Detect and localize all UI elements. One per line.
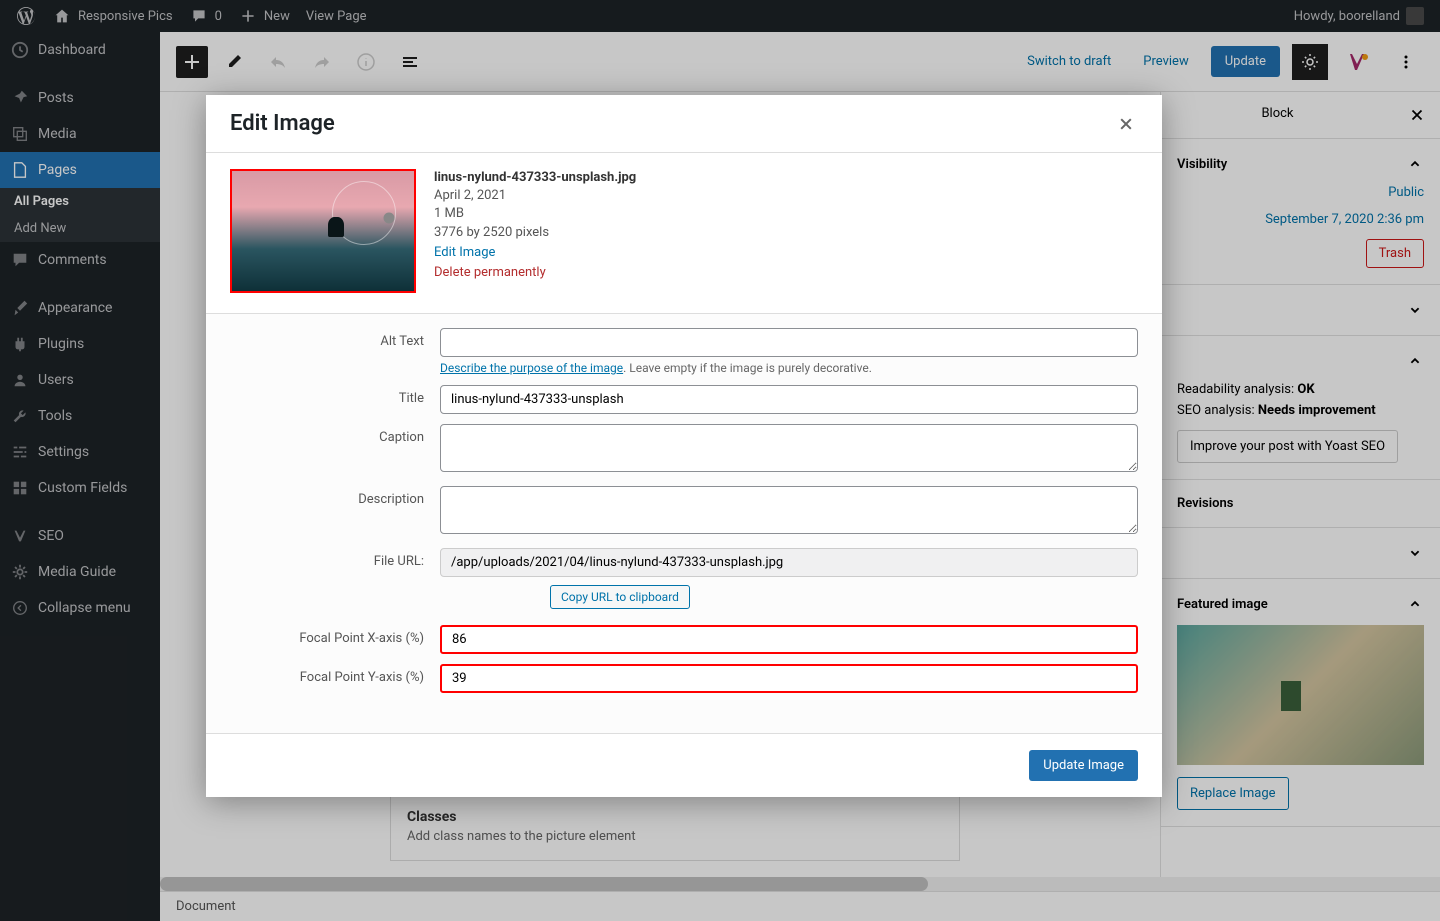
- focal-point-x-input[interactable]: [440, 625, 1138, 654]
- alt-text-input[interactable]: [440, 328, 1138, 357]
- focal-point-x-label: Focal Point X-axis (%): [230, 625, 440, 646]
- media-filename: linus-nylund-437333-unsplash.jpg: [434, 169, 636, 187]
- update-image-button[interactable]: Update Image: [1029, 750, 1138, 781]
- media-filesize: 1 MB: [434, 205, 636, 223]
- image-thumbnail[interactable]: [230, 169, 416, 293]
- file-url-label: File URL:: [230, 548, 440, 569]
- close-button[interactable]: [1114, 112, 1138, 136]
- caption-input[interactable]: [440, 424, 1138, 472]
- caption-label: Caption: [230, 424, 440, 445]
- edit-image-modal: Edit Image linus-nylund-437333-unsplash.…: [206, 95, 1162, 797]
- title-input[interactable]: [440, 385, 1138, 414]
- close-icon: [1118, 116, 1134, 132]
- focal-point-y-input[interactable]: [440, 664, 1138, 693]
- file-url-input[interactable]: [440, 548, 1138, 577]
- alt-help-text: . Leave empty if the image is purely dec…: [623, 361, 872, 375]
- media-date: April 2, 2021: [434, 187, 636, 205]
- modal-title: Edit Image: [230, 111, 335, 136]
- delete-permanently-link[interactable]: Delete permanently: [434, 264, 636, 282]
- alt-help-link[interactable]: Describe the purpose of the image: [440, 361, 623, 375]
- focal-point-y-label: Focal Point Y-axis (%): [230, 664, 440, 685]
- alt-text-label: Alt Text: [230, 328, 440, 349]
- media-dimensions: 3776 by 2520 pixels: [434, 224, 636, 242]
- copy-url-button[interactable]: Copy URL to clipboard: [550, 585, 690, 609]
- description-input[interactable]: [440, 486, 1138, 534]
- focal-point-marker[interactable]: [383, 212, 394, 223]
- title-label: Title: [230, 385, 440, 406]
- edit-image-link[interactable]: Edit Image: [434, 244, 495, 262]
- description-label: Description: [230, 486, 440, 507]
